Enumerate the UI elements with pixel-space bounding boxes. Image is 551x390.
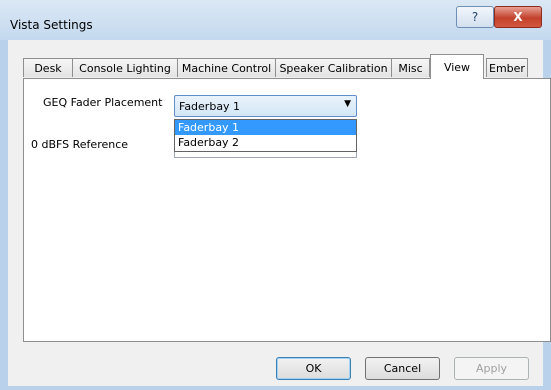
geq-fader-placement-dropdown: Faderbay 1 Faderbay 2 bbox=[174, 119, 357, 152]
apply-button[interactable]: Apply bbox=[454, 357, 529, 380]
geq-fader-placement-value: Faderbay 1 bbox=[179, 100, 241, 113]
tab-speaker-calibration[interactable]: Speaker Calibration bbox=[275, 58, 392, 77]
tab-view[interactable]: View bbox=[430, 54, 484, 79]
tab-desk[interactable]: Desk bbox=[23, 58, 73, 77]
help-button[interactable]: ? bbox=[456, 6, 494, 28]
title-bar: Vista Settings ? X bbox=[0, 0, 551, 40]
tab-machine-control[interactable]: Machine Control bbox=[177, 58, 276, 77]
dropdown-arrow-icon[interactable]: ▼ bbox=[344, 99, 351, 109]
close-button[interactable]: X bbox=[494, 6, 542, 28]
view-tab-panel bbox=[23, 78, 551, 342]
dropdown-option-faderbay-2[interactable]: Faderbay 2 bbox=[175, 135, 356, 150]
dbfs-reference-label: 0 dBFS Reference bbox=[31, 138, 129, 151]
tab-misc[interactable]: Misc bbox=[391, 58, 430, 77]
tab-ember[interactable]: Ember bbox=[486, 58, 528, 77]
cancel-button[interactable]: Cancel bbox=[365, 357, 440, 380]
vista-settings-window: Vista Settings ? X Desk Console Lighting… bbox=[0, 0, 551, 390]
geq-fader-placement-label: GEQ Fader Placement bbox=[43, 96, 163, 109]
tab-console-lighting[interactable]: Console Lighting bbox=[72, 58, 178, 77]
ok-button[interactable]: OK bbox=[276, 357, 351, 380]
window-title: Vista Settings bbox=[10, 18, 93, 32]
dropdown-option-faderbay-1[interactable]: Faderbay 1 bbox=[175, 120, 356, 135]
geq-fader-placement-combo[interactable]: Faderbay 1 ▼ bbox=[174, 95, 357, 117]
